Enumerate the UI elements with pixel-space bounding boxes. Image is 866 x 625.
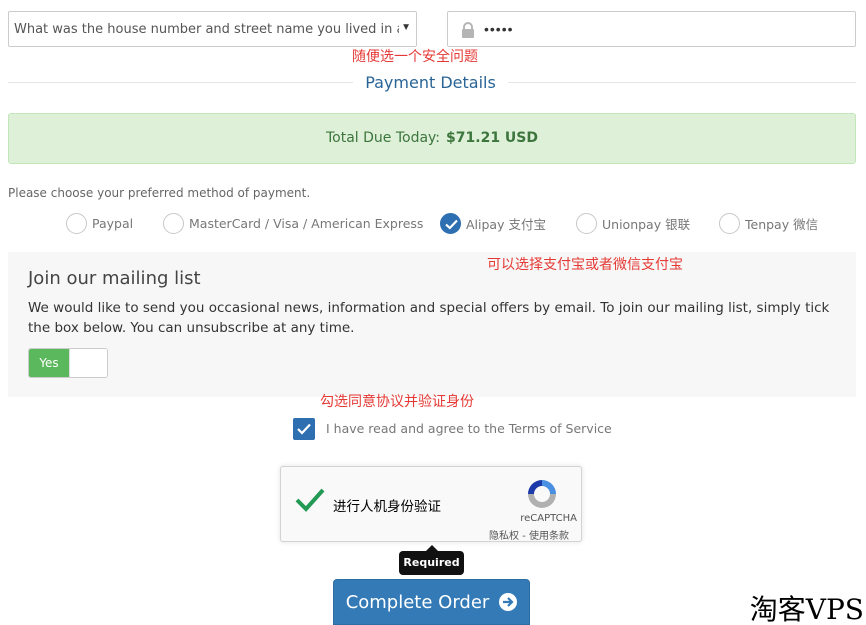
checkmark-icon <box>295 488 325 512</box>
toggle-on-label: Yes <box>29 349 69 377</box>
divider-right <box>508 82 856 83</box>
payment-option-label: MasterCard / Visa / American Express <box>189 215 424 231</box>
security-question-select[interactable]: What was the house number and street nam… <box>8 11 417 47</box>
payment-option-alipay[interactable]: Alipay 支付宝 <box>440 211 546 235</box>
radio-checked-icon <box>440 212 461 234</box>
radio-icon <box>163 212 184 234</box>
radio-icon <box>719 212 740 234</box>
radio-icon <box>66 212 87 234</box>
recaptcha-terms-link[interactable]: 隐私权 - 使用条款 <box>489 527 569 542</box>
mailing-list-title: Join our mailing list <box>28 268 201 289</box>
mailing-list-toggle[interactable]: Yes <box>28 348 108 378</box>
section-title: Payment Details <box>365 73 496 92</box>
required-tooltip: Required <box>399 551 464 575</box>
chevron-down-icon: ▼ <box>401 22 411 33</box>
total-due-label: Total Due Today: <box>325 130 441 146</box>
complete-order-label: Complete Order <box>345 591 490 613</box>
payment-method-prompt: Please choose your preferred method of p… <box>8 186 311 200</box>
security-answer-value: ••••• <box>484 21 514 37</box>
divider-left <box>8 82 353 83</box>
payment-option-label: Paypal <box>92 215 134 231</box>
tos-label[interactable]: I have read and agree to the Terms of Se… <box>326 421 612 436</box>
security-answer-input[interactable]: ••••• <box>447 11 856 47</box>
annotation-payment: 可以选择支付宝或者微信支付宝 <box>487 257 683 273</box>
mailing-list-description: We would like to send you occasional new… <box>28 300 830 336</box>
security-question-value: What was the house number and street nam… <box>14 22 399 37</box>
payment-details-heading: Payment Details <box>8 70 856 98</box>
recaptcha-label: 进行人机身份验证 <box>333 499 441 515</box>
mailing-list-panel: Join our mailing list We would like to s… <box>8 252 856 397</box>
payment-option-label: Unionpay 银联 <box>602 216 691 232</box>
annotation-security: 随便选一个安全问题 <box>352 49 478 65</box>
recaptcha-widget[interactable]: 进行人机身份验证 reCAPTCHA 隐私权 - 使用条款 <box>280 466 582 542</box>
tos-checkbox[interactable] <box>293 418 315 440</box>
toggle-knob <box>69 349 107 377</box>
payment-option-unionpay[interactable]: Unionpay 银联 <box>576 211 690 235</box>
payment-option-label: Alipay 支付宝 <box>466 216 546 232</box>
radio-icon <box>576 212 597 234</box>
total-due-amount: $71.21 USD <box>446 130 539 146</box>
recaptcha-logo-icon <box>528 480 556 508</box>
payment-option-label: Tenpay 微信 <box>745 216 819 232</box>
lock-icon <box>462 22 474 38</box>
annotation-agree: 勾选同意协议并验证身份 <box>320 394 474 410</box>
watermark-text: 淘客VPS <box>749 593 864 625</box>
payment-option-paypal[interactable]: Paypal <box>66 211 133 235</box>
payment-option-card[interactable]: MasterCard / Visa / American Express <box>163 211 423 235</box>
total-due-banner: Total Due Today: $71.21 USD <box>8 113 856 164</box>
arrow-circle-right-icon <box>499 593 518 611</box>
complete-order-button[interactable]: Complete Order <box>333 579 530 625</box>
payment-option-tenpay[interactable]: Tenpay 微信 <box>719 211 818 235</box>
recaptcha-brand: reCAPTCHA <box>520 513 577 524</box>
